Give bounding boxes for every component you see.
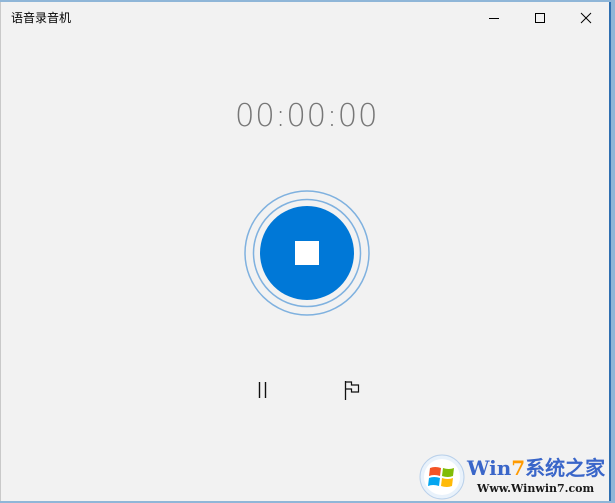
app-title: 语音录音机 (11, 11, 72, 25)
pause-icon (258, 382, 267, 398)
close-icon (580, 12, 592, 24)
minimize-icon (489, 18, 499, 19)
minimize-button[interactable] (471, 2, 517, 34)
watermark-brand-seven: 7 (511, 456, 526, 480)
maximize-button[interactable] (517, 2, 563, 34)
voice-recorder-window: 语音录音机 00:00:00 Win7系统之家 Www.Winwin7.com (0, 2, 611, 501)
site-watermark: Win7系统之家 Www.Winwin7.com (415, 452, 612, 501)
stop-icon (295, 241, 319, 265)
watermark-brand-suffix: 系统之家 (525, 456, 606, 480)
watermark-url: Www.Winwin7.com (477, 482, 595, 495)
close-button[interactable] (563, 2, 609, 34)
title-bar[interactable]: 语音录音机 (1, 2, 609, 34)
add-marker-button[interactable] (339, 376, 365, 404)
elapsed-time: 00:00:00 (234, 98, 379, 134)
stop-recording-button[interactable] (244, 190, 370, 316)
maximize-icon (535, 13, 545, 23)
watermark-brand-prefix: Win (467, 456, 512, 480)
record-button-graphic (244, 190, 370, 316)
pause-button[interactable] (249, 376, 275, 404)
flag-icon (344, 381, 360, 400)
watermark-brand: Win7系统之家 (467, 456, 605, 480)
windows-logo-icon (419, 454, 465, 500)
